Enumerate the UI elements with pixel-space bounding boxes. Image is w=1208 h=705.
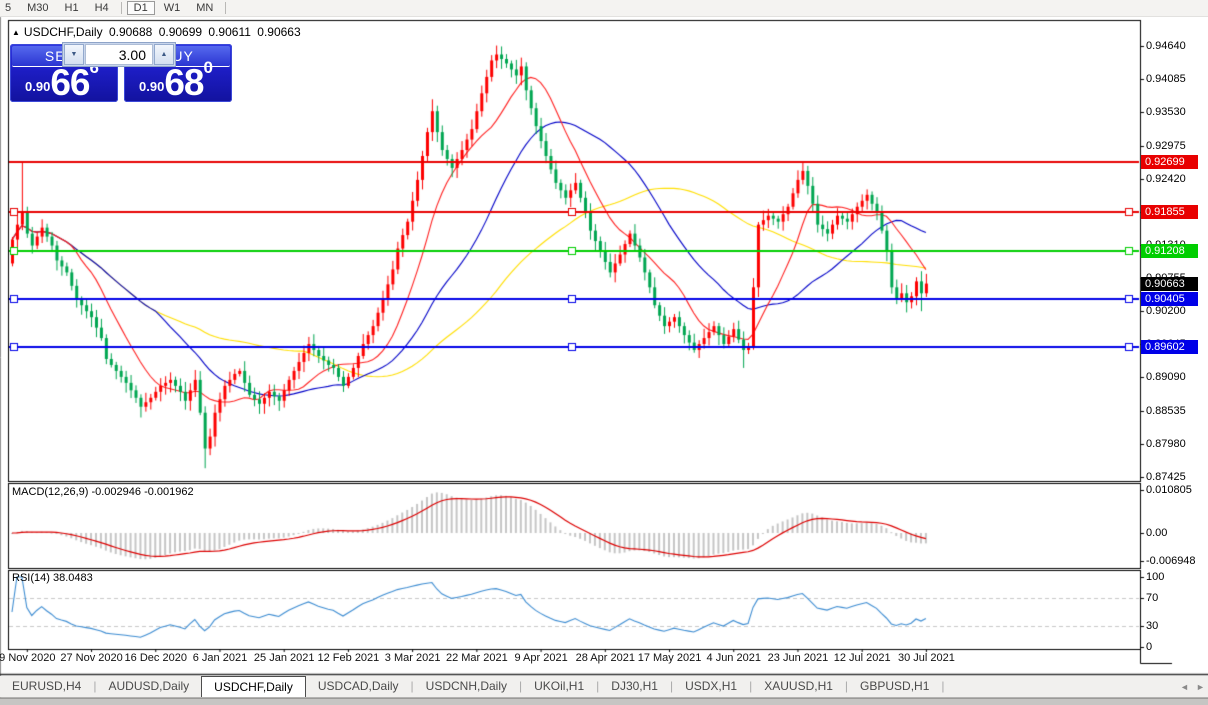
rsi-scale-label: 100 xyxy=(1146,571,1164,583)
level-price-tag: 0.91208 xyxy=(1141,244,1198,258)
x-axis-date-label: 12 Feb 2021 xyxy=(318,652,380,664)
y-axis-label: 0.87980 xyxy=(1146,438,1186,450)
ohlc-close: 0.90663 xyxy=(257,25,300,39)
x-axis-date-label: 30 Jul 2021 xyxy=(898,652,955,664)
chart-tab-gbpusd[interactable]: GBPUSD,H1 xyxy=(848,676,941,697)
timeframe-button-h4[interactable]: H4 xyxy=(88,1,116,15)
chart-tab-audusd[interactable]: AUDUSD,Daily xyxy=(96,676,201,697)
x-axis-date-label: 3 Mar 2021 xyxy=(385,652,441,664)
rsi-scale-label: 70 xyxy=(1146,592,1158,604)
x-axis-date-label: 6 Jan 2021 xyxy=(193,652,247,664)
toolbar-separator xyxy=(225,2,226,14)
rsi-scale-label: 30 xyxy=(1146,620,1158,632)
timeframe-button-5[interactable]: 5 xyxy=(0,1,18,15)
macd-indicator-label: MACD(12,26,9) -0.002946 -0.001962 xyxy=(12,486,194,498)
macd-scale-label: 0.010805 xyxy=(1146,484,1192,496)
volume-increase-button[interactable]: ▲ xyxy=(154,44,174,65)
level-price-tag: 0.92699 xyxy=(1141,155,1198,169)
x-axis-date-label: 17 May 2021 xyxy=(638,652,702,664)
volume-spinner: ▼ ▲ xyxy=(62,42,176,67)
y-axis-label: 0.94085 xyxy=(1146,73,1186,85)
ohlc-high: 0.90699 xyxy=(159,25,202,39)
x-axis-date-label: 16 Dec 2020 xyxy=(125,652,187,664)
chart-tab-usdchf[interactable]: USDCHF,Daily xyxy=(201,676,306,697)
level-price-tag: 0.90405 xyxy=(1141,292,1198,306)
ohlc-open: 0.90688 xyxy=(109,25,152,39)
symbol-arrow-icon[interactable]: ▲ xyxy=(12,28,20,37)
x-axis-date-label: 25 Jan 2021 xyxy=(254,652,315,664)
timeframe-button-m30[interactable]: M30 xyxy=(20,1,55,15)
y-axis-label: 0.89090 xyxy=(1146,371,1186,383)
timeframe-toolbar: 5M30H1H4 D1W1MN xyxy=(0,0,1208,17)
volume-decrease-button[interactable]: ▼ xyxy=(64,44,84,65)
rsi-indicator-label: RSI(14) 38.0483 xyxy=(12,572,93,584)
chart-tab-eurusd[interactable]: EURUSD,H4 xyxy=(0,676,93,697)
level-price-tag: 0.91855 xyxy=(1141,205,1198,219)
y-axis-label: 0.92420 xyxy=(1146,173,1186,185)
chart-tab-xauusd[interactable]: XAUUSD,H1 xyxy=(752,676,845,697)
y-axis-label: 0.92975 xyxy=(1146,140,1186,152)
x-axis-date-label: 27 Nov 2020 xyxy=(60,652,122,664)
tab-scroll-left-arrow[interactable]: ◄ xyxy=(1180,682,1189,692)
timeframe-button-mn[interactable]: MN xyxy=(189,1,220,15)
timeframe-button-w1[interactable]: W1 xyxy=(157,1,188,15)
y-axis-label: 0.88535 xyxy=(1146,405,1186,417)
y-axis-label: 0.94640 xyxy=(1146,40,1186,52)
y-axis-label: 0.87425 xyxy=(1146,471,1186,483)
x-axis-date-label: 23 Jun 2021 xyxy=(768,652,829,664)
chart-tab-usdcnh[interactable]: USDCNH,Daily xyxy=(414,676,519,697)
ohlc-low: 0.90611 xyxy=(208,25,251,39)
timeframe-button-h1[interactable]: H1 xyxy=(58,1,86,15)
toolbar-separator xyxy=(121,2,122,14)
current-price-tag: 0.90663 xyxy=(1141,277,1198,291)
chart-title: ▲ USDCHF,Daily 0.90688 0.90699 0.90611 0.… xyxy=(12,25,304,39)
level-price-tag: 0.89602 xyxy=(1141,340,1198,354)
x-axis-date-label: 4 Jun 2021 xyxy=(707,652,761,664)
x-axis-date-label: 22 Mar 2021 xyxy=(446,652,508,664)
rsi-scale-label: 0 xyxy=(1146,641,1152,653)
y-axis-label: 0.90200 xyxy=(1146,305,1186,317)
chart-tab-ukoil[interactable]: UKOil,H1 xyxy=(522,676,596,697)
timeframe-button-d1[interactable]: D1 xyxy=(127,1,155,15)
y-axis-label: 0.93530 xyxy=(1146,106,1186,118)
tab-divider: | xyxy=(941,676,944,697)
x-axis-date-label: 12 Jul 2021 xyxy=(834,652,891,664)
symbol-period-label: USDCHF,Daily xyxy=(24,25,103,39)
chart-tab-dj30[interactable]: DJ30,H1 xyxy=(599,676,670,697)
chart-tab-usdcad[interactable]: USDCAD,Daily xyxy=(306,676,411,697)
macd-scale-label: 0.00 xyxy=(1146,527,1167,539)
one-click-trading-panel: SELL 0.90666 BUY 0.90680 ▼ ▲ xyxy=(10,42,234,103)
chart-tab-usdx[interactable]: USDX,H1 xyxy=(673,676,749,697)
chart-tab-bar: EURUSD,H4 | AUDUSD,DailyUSDCHF,DailyUSDCAD… xyxy=(0,676,1208,697)
chart-canvas[interactable] xyxy=(0,0,1208,704)
x-axis-date-label: 9 Apr 2021 xyxy=(514,652,567,664)
x-axis-date-label: 9 Nov 2020 xyxy=(0,652,55,664)
x-axis-date-label: 28 Apr 2021 xyxy=(576,652,635,664)
tab-scroll-right-arrow[interactable]: ► xyxy=(1196,682,1205,692)
macd-scale-label: -0.006948 xyxy=(1146,555,1196,567)
volume-input[interactable] xyxy=(85,44,153,65)
